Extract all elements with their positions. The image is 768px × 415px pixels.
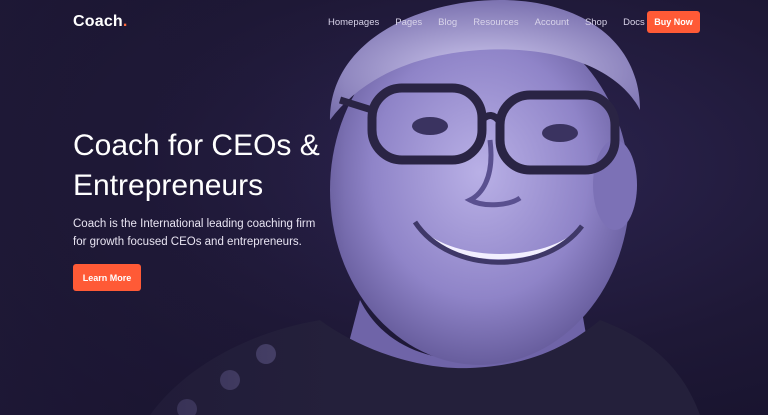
nav-item-account[interactable]: Account — [535, 17, 569, 28]
hero-section: Coach. Homepages Pages Blog Resources Ac… — [0, 0, 768, 415]
learn-more-button[interactable]: Learn More — [73, 264, 141, 291]
hero-headline-line-2: Entrepreneurs — [73, 169, 264, 202]
buy-now-button[interactable]: Buy Now — [647, 11, 700, 33]
nav-item-resources[interactable]: Resources — [473, 17, 518, 28]
brand-dot: . — [122, 13, 128, 30]
nav-item-shop[interactable]: Shop — [585, 17, 607, 28]
hero-subtext: Coach is the International leading coach… — [73, 215, 343, 251]
nav-item-homepages[interactable]: Homepages — [328, 17, 379, 28]
hero-portrait-image — [0, 0, 768, 415]
nav-item-docs[interactable]: Docs — [623, 17, 645, 28]
hero-headline: Coach for CEOs & Entrepreneurs — [73, 126, 373, 206]
brand-name: Coach — [73, 13, 123, 30]
nav-item-pages[interactable]: Pages — [395, 17, 422, 28]
hero-headline-line-1: Coach for CEOs & — [73, 129, 320, 162]
brand-logo[interactable]: Coach. — [73, 13, 128, 31]
main-nav: Homepages Pages Blog Resources Account S… — [328, 17, 661, 28]
hero-subtext-line-1: Coach is the International leading coach… — [73, 218, 316, 230]
hero-subtext-line-2: for growth focused CEOs and entrepreneur… — [73, 236, 302, 248]
nav-item-blog[interactable]: Blog — [438, 17, 457, 28]
